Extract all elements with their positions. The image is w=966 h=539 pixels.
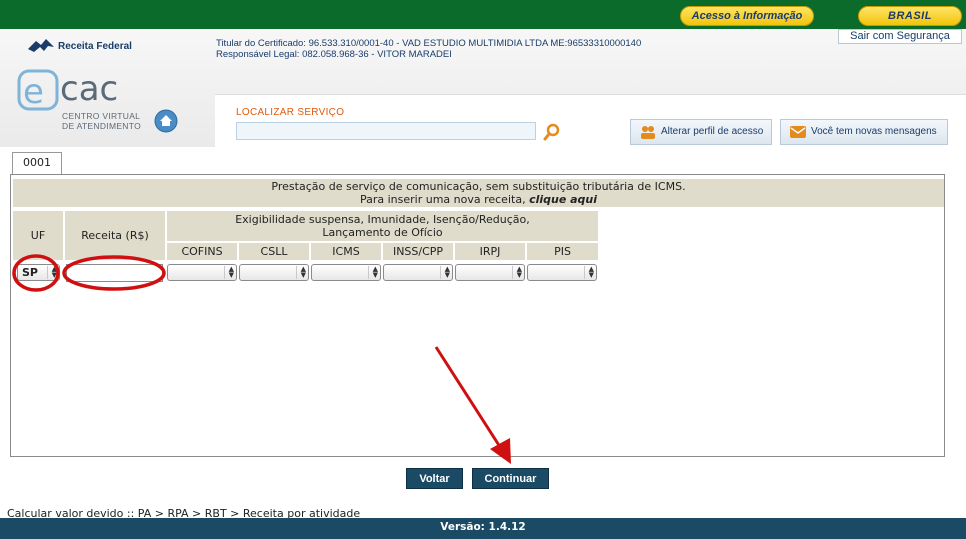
receita-input[interactable] <box>66 264 163 282</box>
ecac-logo-text: cac <box>60 69 119 109</box>
tab-0001[interactable]: 0001 <box>12 152 62 175</box>
col-group-header-line2: Lançamento de Ofício <box>322 226 443 239</box>
select-arrows-icon: ▲ ▼ <box>224 266 234 279</box>
version-footer: Versão: 1.4.12 <box>0 518 966 539</box>
select-arrows-icon: ▲ ▼ <box>368 266 378 279</box>
back-button[interactable]: Voltar <box>406 468 463 489</box>
ecac-subtitle-line2: DE ATENDIMENTO <box>62 121 141 131</box>
add-receita-link[interactable]: clique aqui <box>529 193 597 206</box>
col-header-cofins: COFINS <box>167 243 237 260</box>
envelope-icon <box>790 126 806 138</box>
col-header-pis: PIS <box>527 243 598 260</box>
search-title: LOCALIZAR SERVIÇO <box>236 107 345 118</box>
change-profile-button[interactable]: Alterar perfil de acesso <box>630 119 772 145</box>
logout-button[interactable]: Sair com Segurança <box>838 29 962 44</box>
col-header-inss-cpp: INSS/CPP <box>383 243 453 260</box>
select-arrows-icon: ▲ ▼ <box>512 266 522 279</box>
col-header-receita: Receita (R$) <box>65 211 165 260</box>
messages-button[interactable]: Você tem novas mensagens <box>780 119 948 145</box>
select-arrows-icon: ▲ ▼ <box>47 266 57 279</box>
home-icon[interactable] <box>154 109 178 133</box>
select-arrows-icon: ▲ ▼ <box>296 266 306 279</box>
info-insert-line: Para inserir uma nova receita, clique aq… <box>13 193 944 206</box>
page-header: Receita Federal Titular do Certificado: … <box>0 29 966 147</box>
ecac-logo: e cac CENTRO VIRTUAL DE ATENDIMENTO <box>16 69 156 139</box>
col-group-header-line1: Exigibilidade suspensa, Imunidade, Isenç… <box>235 213 530 226</box>
uf-select[interactable]: SP ▲ ▼ <box>17 264 60 281</box>
col-header-uf: UF <box>13 211 63 260</box>
uf-select-value: SP <box>22 266 38 279</box>
eagle-icon <box>28 39 54 52</box>
info-description: Prestação de serviço de comunicação, sem… <box>271 180 686 193</box>
agency-name: Receita Federal <box>58 41 132 52</box>
content-panel: Prestação de serviço de comunicação, sem… <box>10 174 945 457</box>
messages-label: Você tem novas mensagens <box>811 126 937 137</box>
irpj-select[interactable]: ▲ ▼ <box>455 264 525 281</box>
select-arrows-icon: ▲ ▼ <box>440 266 450 279</box>
ecac-subtitle-line1: CENTRO VIRTUAL <box>62 111 141 121</box>
select-arrows-icon: ▲ ▼ <box>584 266 594 279</box>
svg-text:e: e <box>23 72 44 112</box>
info-bar: Prestação de serviço de comunicação, sem… <box>13 179 944 207</box>
csll-select[interactable]: ▲ ▼ <box>239 264 309 281</box>
change-profile-label: Alterar perfil de acesso <box>661 126 764 137</box>
receita-federal-logo: Receita Federal <box>26 37 132 57</box>
col-header-irpj: IRPJ <box>455 243 525 260</box>
col-header-csll: CSLL <box>239 243 309 260</box>
continue-button[interactable]: Continuar <box>472 468 549 489</box>
cofins-select[interactable]: ▲ ▼ <box>167 264 237 281</box>
icms-select[interactable]: ▲ ▼ <box>311 264 381 281</box>
inss-cpp-select[interactable]: ▲ ▼ <box>383 264 453 281</box>
acesso-informacao-link[interactable]: Acesso à Informação <box>680 6 814 26</box>
col-group-header: Exigibilidade suspensa, Imunidade, Isenç… <box>167 211 598 241</box>
search-icon[interactable] <box>543 123 561 141</box>
certificate-info: Titular do Certificado: 96.533.310/0001-… <box>216 38 641 60</box>
certificate-holder: Titular do Certificado: 96.533.310/0001-… <box>216 38 642 49</box>
pis-select[interactable]: ▲ ▼ <box>527 264 597 281</box>
info-insert-text: Para inserir uma nova receita, <box>359 193 530 206</box>
ecac-subtitle: CENTRO VIRTUAL DE ATENDIMENTO <box>62 111 141 131</box>
legal-responsible: Responsável Legal: 082.058.968-36 - VITO… <box>216 49 452 60</box>
col-header-icms: ICMS <box>311 243 381 260</box>
search-panel: LOCALIZAR SERVIÇO Alterar perfil de aces… <box>215 94 966 147</box>
search-input[interactable] <box>236 122 536 140</box>
users-icon <box>641 126 655 139</box>
gov-top-bar: Acesso à Informação BRASIL <box>0 0 966 29</box>
brasil-link[interactable]: BRASIL <box>858 6 962 26</box>
